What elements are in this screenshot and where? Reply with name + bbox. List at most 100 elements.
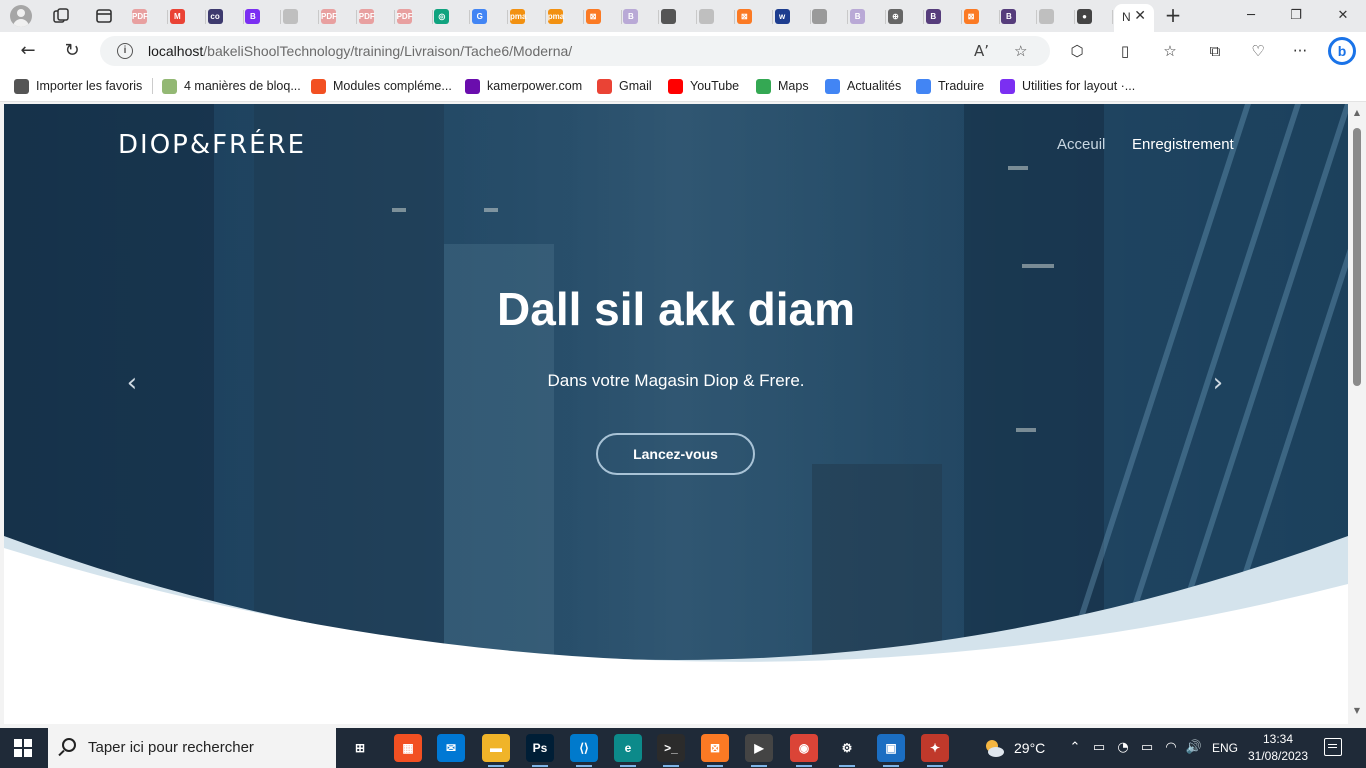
browser-tab[interactable]: B [920,4,962,30]
add-favorite-icon[interactable]: ☆ [1014,41,1027,61]
more-menu-icon[interactable]: ··· [1290,41,1310,61]
browser-tab[interactable]: M [164,4,206,30]
weather-icon[interactable] [983,737,1005,759]
browser-tab[interactable]: ⊕ [882,4,924,30]
browser-tab[interactable] [806,4,849,30]
browser-tab[interactable]: ⊠ [958,4,1000,30]
tab-strip: PDF Mco B PDF PDF PDF ◎ Gpma pma ⊠ B ⊠ w B ⊕ B ⊠ B ● N ✕ +… [0,0,1366,32]
favorites-icon[interactable]: ☆ [1160,41,1180,61]
browser-tab[interactable] [693,4,735,30]
edge-icon[interactable]: e [614,734,642,767]
app-icon[interactable]: ✦ [921,734,949,767]
browser-tab[interactable]: co [202,4,244,30]
browser-tab[interactable]: B [617,4,660,30]
browser-tab[interactable]: ⊠ [731,4,773,30]
collections-icon[interactable]: ⧉ [1205,41,1225,61]
tab-active[interactable]: N ✕ [1114,4,1154,32]
profile-avatar-icon[interactable] [10,5,32,27]
browser-tab[interactable] [277,4,320,30]
favorite-item[interactable]: 4 manières de bloq... [162,77,301,95]
favorite-item[interactable]: Importer les favoris [14,77,142,95]
microsoft-store-icon[interactable]: ▦ [394,734,422,762]
site-logo[interactable]: DIOP&FRÉRE [118,130,306,160]
browser-tab[interactable] [1033,4,1076,30]
browser-tab[interactable]: PDF [126,4,168,30]
cta-button[interactable]: Lancez-vous [596,433,755,475]
browser-tab[interactable]: B [844,4,887,30]
settings-icon[interactable]: ⚙ [833,734,861,767]
taskbar-search-box[interactable]: Taper ici pour rechercher [48,728,336,768]
media-player-icon[interactable]: ▶ [745,734,773,767]
tab-actions-icon[interactable] [95,7,113,25]
meet-now-icon[interactable]: ▭ [1090,738,1108,758]
browser-tab[interactable]: ● [1071,4,1113,30]
site-info-icon[interactable]: i [117,43,133,59]
input-language[interactable]: ENG [1212,739,1238,757]
refresh-button[interactable]: ↻ [60,40,84,62]
xampp-icon[interactable]: ⊠ [701,734,729,767]
browser-tab[interactable]: ◎ [428,4,471,30]
show-hidden-icons-icon[interactable]: ⌃ [1066,738,1084,758]
performance-icon[interactable]: ♡ [1248,41,1268,61]
favorite-item[interactable]: Gmail [597,77,652,95]
favorite-item[interactable]: YouTube [668,77,739,95]
clock-time[interactable]: 13:34 [1250,732,1306,747]
screen-share-icon[interactable]: ▣ [877,734,905,767]
vscode-icon[interactable]: ⟨⟩ [570,734,598,767]
close-window-button[interactable]: ✕ [1320,6,1366,26]
browser-tab[interactable]: pma [504,4,546,30]
browser-tab[interactable]: pma [542,4,584,30]
browser-tab[interactable]: G [466,4,509,30]
chrome-icon[interactable]: ◉ [790,734,818,767]
favorite-item[interactable]: Actualités [825,77,901,95]
browser-tab[interactable]: PDF [315,4,357,30]
windows-start-icon[interactable] [14,739,32,757]
scroll-down-icon[interactable]: ▼ [1351,706,1363,716]
terminal-icon[interactable]: >_ [657,734,685,767]
wifi-icon[interactable]: ◠ [1162,738,1180,758]
scroll-up-icon[interactable]: ▲ [1351,108,1363,118]
clock-date[interactable]: 31/08/2023 [1246,749,1310,764]
task-view-icon[interactable]: ⊞ [346,734,374,762]
battery-alert-icon[interactable]: ◔ [1114,738,1132,758]
news-icon [825,78,840,94]
page-scrollbar[interactable]: ▲ ▼ [1348,104,1366,724]
browser-tab[interactable]: PDF [353,4,395,30]
browser-tab[interactable]: ⊠ [580,4,622,30]
browser-tab[interactable]: B [239,4,282,30]
volume-icon[interactable]: 🔊 [1185,738,1203,758]
workspaces-icon[interactable] [52,7,70,25]
browser-tab[interactable]: w [769,4,811,30]
extensions-icon[interactable]: ⬡ [1067,41,1087,61]
browser-tab[interactable]: B [995,4,1038,30]
nav-link-register[interactable]: Enregistrement [1132,136,1234,154]
notifications-icon[interactable] [1324,738,1342,756]
navigation-bar: ← ↻ i localhost/bakeliShoolTechnology/tr… [0,32,1366,70]
browser-tab[interactable] [655,4,698,30]
nav-link-home[interactable]: Acceuil [1057,136,1105,154]
favorite-item[interactable]: Maps [756,77,809,95]
mail-icon[interactable]: ✉ [437,734,465,762]
browser-tab[interactable]: PDF [391,4,433,30]
back-button[interactable]: ← [16,40,40,62]
photoshop-icon[interactable]: Ps [526,734,554,767]
battery-icon[interactable]: ▭ [1138,738,1156,758]
read-aloud-icon[interactable]: Aʼ [974,41,989,61]
weather-temperature[interactable]: 29°C [1014,739,1045,757]
coolors-icon: co [207,9,223,24]
maximize-button[interactable]: ❐ [1273,6,1319,26]
favorite-item[interactable]: kamerpower.com [465,77,582,95]
minimize-button[interactable]: ─ [1228,6,1274,26]
favorite-item[interactable]: Traduire [916,77,984,95]
file-explorer-icon[interactable]: ▬ [482,734,510,767]
split-screen-icon[interactable]: ▯ [1115,41,1135,61]
new-tab-button[interactable]: + [1162,4,1184,26]
url-text[interactable]: localhost/bakeliShoolTechnology/training… [148,43,572,59]
favorite-item[interactable]: Utilities for layout ·... [1000,77,1135,95]
favorite-item[interactable]: Modules compléme... [311,77,452,95]
bing-copilot-icon[interactable]: b [1328,37,1356,65]
close-tab-icon[interactable]: ✕ [1134,9,1146,23]
scroll-thumb[interactable] [1353,128,1361,386]
address-bar[interactable]: i localhost/bakeliShoolTechnology/traini… [100,36,1050,66]
maps-icon [756,78,771,94]
